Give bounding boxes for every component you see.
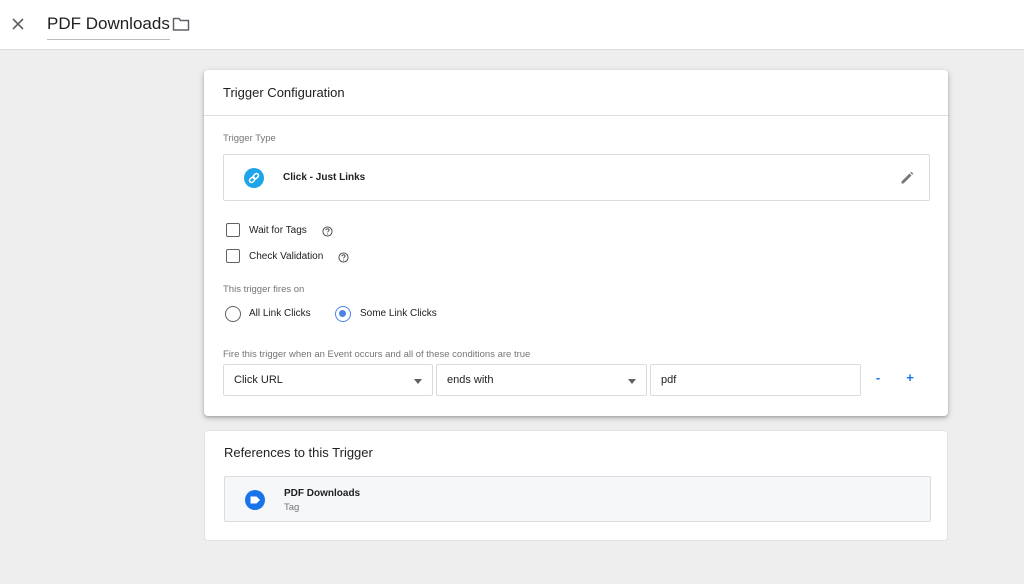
folder-icon[interactable] — [172, 15, 190, 33]
reference-type: Tag — [284, 502, 300, 513]
variable-select[interactable]: Click URL — [223, 364, 433, 396]
help-icon[interactable] — [338, 252, 349, 263]
dropdown-arrow-icon — [628, 379, 636, 384]
some-link-clicks-label: Some Link Clicks — [360, 308, 437, 319]
trigger-configuration-card: Trigger Configuration Trigger Type Click… — [204, 70, 948, 416]
check-validation-checkbox[interactable] — [226, 249, 240, 263]
condition-value: pdf — [661, 374, 677, 386]
reference-item[interactable]: PDF Downloads Tag — [224, 476, 931, 522]
condition-value-input[interactable]: pdf — [650, 364, 861, 396]
remove-condition-button[interactable]: - — [870, 370, 886, 385]
reference-name: PDF Downloads — [284, 488, 361, 499]
tag-icon — [245, 490, 265, 510]
check-validation-label: Check Validation — [249, 251, 324, 262]
references-title: References to this Trigger — [224, 445, 373, 460]
card-title: Trigger Configuration — [223, 85, 345, 100]
dropdown-arrow-icon — [414, 379, 422, 384]
trigger-type-selector[interactable]: Click - Just Links — [223, 154, 930, 201]
trigger-type-label: Trigger Type — [223, 133, 276, 144]
pencil-icon[interactable] — [899, 170, 915, 186]
condition-label: Fire this trigger when an Event occurs a… — [223, 349, 531, 360]
link-icon — [244, 168, 264, 188]
references-card: References to this Trigger PDF Downloads… — [204, 430, 948, 541]
some-link-clicks-radio[interactable] — [335, 306, 351, 322]
card-header: Trigger Configuration — [204, 70, 948, 116]
close-icon[interactable] — [9, 15, 27, 33]
help-icon[interactable] — [322, 226, 333, 237]
all-link-clicks-radio[interactable] — [225, 306, 241, 322]
add-condition-button[interactable]: + — [902, 370, 918, 385]
operator-select[interactable]: ends with — [436, 364, 647, 396]
top-bar: PDF Downloads — [0, 0, 1024, 50]
trigger-type-name: Click - Just Links — [283, 172, 366, 183]
variable-value: Click URL — [234, 374, 283, 386]
fires-on-label: This trigger fires on — [223, 284, 305, 295]
all-link-clicks-label: All Link Clicks — [249, 308, 311, 319]
page-title[interactable]: PDF Downloads — [47, 14, 170, 40]
wait-for-tags-label: Wait for Tags — [249, 225, 307, 236]
wait-for-tags-checkbox[interactable] — [226, 223, 240, 237]
operator-value: ends with — [447, 374, 494, 386]
